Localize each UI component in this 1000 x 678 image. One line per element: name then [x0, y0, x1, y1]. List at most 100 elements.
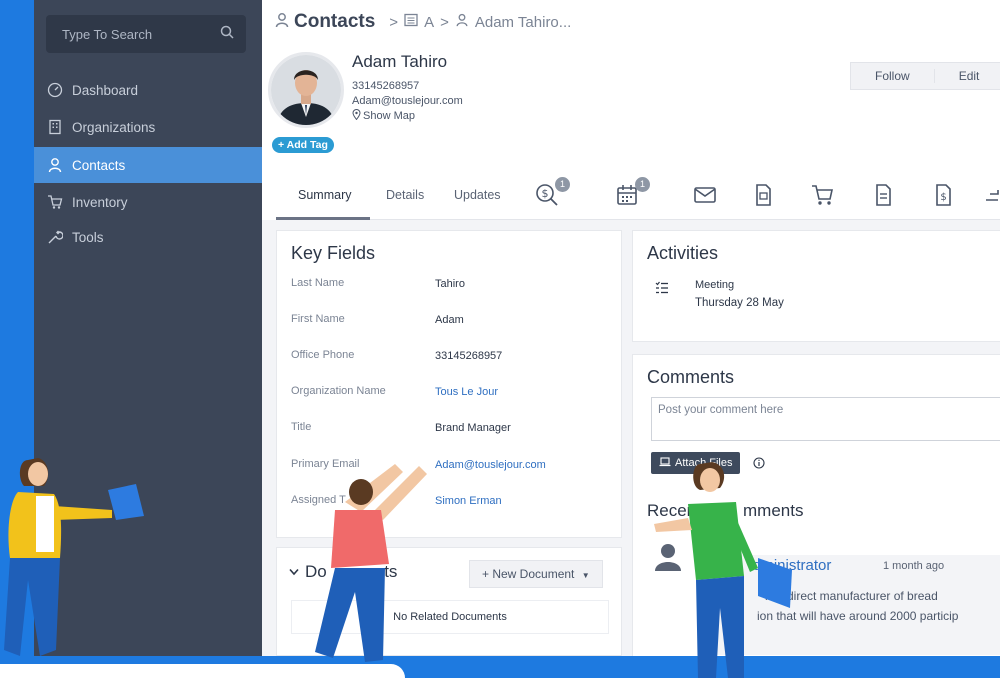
document-icon: [870, 184, 896, 212]
tab-invoices[interactable]: $: [930, 182, 956, 208]
recent-comments-title-start: Recen: [647, 501, 697, 520]
key-fields-card: Key Fields Last Name Tahiro First Name A…: [276, 230, 622, 538]
active-tab-indicator: [276, 217, 370, 220]
contact-email[interactable]: Adam@touslejour.com: [352, 95, 463, 107]
chevron-right-icon: >: [440, 13, 449, 31]
tab-details[interactable]: Details: [386, 188, 424, 202]
header-actions: Follow Edit: [850, 62, 1000, 90]
wrench-icon: [46, 228, 64, 246]
sidebar-item-label: Tools: [72, 229, 104, 245]
inventory-icon: [46, 193, 64, 211]
comments-title: Comments: [647, 367, 735, 387]
search-icon[interactable]: [220, 25, 234, 42]
tab-quotes[interactable]: [870, 182, 896, 208]
field-value-last-name[interactable]: Tahiro: [435, 278, 465, 290]
key-fields-title: Key Fields: [291, 243, 376, 263]
list-icon: [404, 13, 418, 31]
frame-bottom-card: [0, 664, 405, 678]
contact-phone[interactable]: 33145268957: [352, 80, 419, 92]
comments-card: Comments Post your comment here Attach F…: [632, 354, 1000, 664]
new-document-label: + New Document: [482, 567, 575, 581]
tab-documents[interactable]: [750, 182, 776, 208]
caret-down-icon: ▼: [581, 571, 590, 580]
field-label: Primary Email: [291, 458, 360, 470]
contact-name: Adam Tahiro: [352, 52, 448, 71]
sidebar-item-label: Inventory: [72, 194, 128, 210]
laptop-icon: [659, 456, 671, 470]
field-value-primary-email[interactable]: Adam@touslejour.com: [435, 459, 546, 471]
tab-calendar[interactable]: 1: [614, 177, 650, 208]
field-label: Office Phone: [291, 349, 355, 361]
cart-icon: [810, 185, 836, 212]
field-label: Organization Name: [291, 385, 386, 397]
sidebar-item-organizations[interactable]: Organizations: [34, 109, 262, 145]
field-value-organization[interactable]: Tous Le Jour: [435, 386, 498, 398]
tab-sales-orders[interactable]: [810, 182, 836, 208]
documents-header[interactable]: Do nts: [289, 562, 397, 582]
documents-title-end: nts: [374, 562, 398, 581]
user-icon: [46, 156, 64, 174]
field-value-assigned-to[interactable]: Simon Erman: [435, 495, 502, 507]
documents-title-start: Do: [305, 562, 327, 581]
field-label: First Name: [291, 313, 345, 325]
deals-count-badge: 1: [555, 177, 570, 192]
comment-input[interactable]: Post your comment here: [651, 397, 1000, 441]
show-map-label: Show Map: [363, 110, 415, 122]
commenter-avatar-icon: [653, 541, 683, 576]
user-icon: [455, 13, 469, 31]
comment-author[interactable]: dministrator: [753, 557, 831, 574]
breadcrumb-letter[interactable]: A: [424, 14, 434, 31]
breadcrumb-module[interactable]: Contacts: [294, 11, 375, 33]
show-map-link[interactable]: Show Map: [352, 109, 415, 123]
info-icon[interactable]: [753, 456, 765, 474]
sidebar-item-inventory[interactable]: Inventory: [34, 184, 262, 220]
sidebar-item-label: Organizations: [72, 119, 156, 135]
tab-email[interactable]: [692, 182, 718, 208]
field-label: Title: [291, 421, 312, 433]
activity-date: Thursday 28 May: [695, 297, 784, 309]
documents-card: Do nts + New Document ▼ No Related Docum…: [276, 547, 622, 656]
main-content: Contacts > A > Adam Tahiro... Adam Tahir…: [262, 0, 1000, 664]
dashboard-icon: [46, 81, 64, 99]
edit-button[interactable]: Edit: [933, 69, 1000, 83]
search-input[interactable]: Type To Search: [46, 15, 246, 53]
tab-deals[interactable]: $ 1: [534, 177, 570, 208]
user-icon: [274, 12, 290, 32]
no-documents-message: No Related Documents: [291, 600, 609, 634]
file-icon: [750, 184, 776, 212]
sidebar-item-tools[interactable]: Tools: [34, 219, 262, 255]
attach-files-label: Attach Files: [675, 457, 733, 469]
field-value-title[interactable]: Brand Manager: [435, 422, 511, 434]
map-pin-icon: [352, 109, 361, 123]
tab-summary[interactable]: Summary: [298, 188, 351, 202]
field-value-office-phone[interactable]: 33145268957: [435, 350, 502, 362]
avatar: [268, 52, 344, 128]
invoice-icon: $: [930, 184, 956, 212]
truck-icon: [984, 190, 1000, 212]
svg-text:$: $: [542, 187, 549, 200]
calendar-count-badge: 1: [635, 177, 650, 192]
chevron-right-icon: >: [389, 13, 399, 31]
breadcrumb-record[interactable]: Adam Tahiro...: [475, 14, 571, 31]
sidebar-item-dashboard[interactable]: Dashboard: [34, 72, 262, 108]
chevron-down-icon: [289, 563, 299, 581]
activity-type[interactable]: Meeting: [695, 279, 734, 291]
tab-more[interactable]: [984, 182, 1000, 208]
new-document-button[interactable]: + New Document ▼: [469, 560, 603, 588]
add-tag-button[interactable]: + Add Tag: [272, 137, 334, 153]
field-value-first-name[interactable]: Adam: [435, 314, 464, 326]
field-label: Last Name: [291, 277, 345, 289]
sidebar-item-contacts[interactable]: Contacts: [34, 147, 270, 183]
building-icon: [46, 118, 64, 136]
attach-files-button[interactable]: Attach Files: [651, 452, 741, 474]
comment-text-line-1: is a direct manufacturer of bread: [765, 589, 938, 603]
mail-icon: [692, 187, 718, 212]
record-header: Adam Tahiro 33145268957 Adam@touslejour.…: [262, 44, 1000, 220]
comment-body: dministrator 1 month ago is a direct man…: [697, 555, 1000, 655]
frame-left: [0, 0, 34, 678]
breadcrumb: Contacts > A > Adam Tahiro...: [262, 0, 1000, 44]
record-tabs: Summary Details Updates $ 1 1 $: [276, 174, 1000, 220]
follow-button[interactable]: Follow: [851, 69, 934, 83]
tab-updates[interactable]: Updates: [454, 188, 501, 202]
activities-title: Activities: [647, 243, 719, 263]
